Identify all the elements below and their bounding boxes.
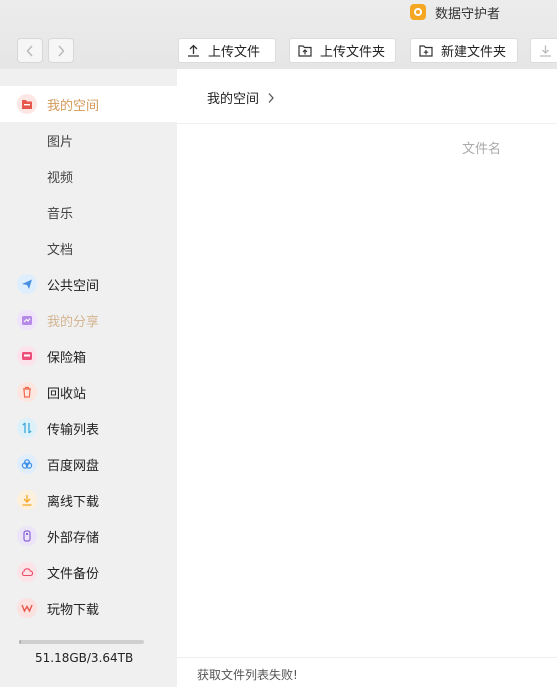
sidebar-item-label: 图片 [47, 134, 74, 150]
chevron-left-icon [26, 45, 33, 56]
new-folder-icon [419, 45, 433, 57]
main-panel: 我的空间 文件名 获取文件列表失败! [177, 69, 557, 687]
sidebar-item-label: 我的分享 [47, 314, 100, 330]
usb-icon [17, 526, 37, 546]
sidebar-item-offline-download[interactable]: 离线下载 [0, 482, 177, 518]
sidebar-item-label: 玩物下载 [47, 602, 100, 618]
sidebar-item-transfer-list[interactable]: 传输列表 [0, 410, 177, 446]
sidebar-item-public-space[interactable]: 公共空间 [0, 266, 177, 302]
sidebar-item-label: 文档 [47, 242, 74, 258]
sidebar-item-external-storage[interactable]: 外部存储 [0, 518, 177, 554]
sidebar-item-label: 回收站 [47, 386, 87, 402]
new-folder-button[interactable]: 新建文件夹 [410, 38, 518, 63]
sidebar-item-label: 我的空间 [47, 98, 100, 114]
sidebar-item-label: 公共空间 [47, 278, 100, 294]
upload-folder-label: 上传文件夹 [320, 45, 386, 60]
sidebar-item-label: 保险箱 [47, 350, 87, 366]
upload-folder-button[interactable]: 上传文件夹 [289, 38, 396, 63]
upload-file-label: 上传文件 [208, 45, 261, 60]
download-button[interactable] [530, 38, 557, 63]
download-toolbar-icon [540, 45, 551, 57]
storage-usage-bar [19, 640, 144, 644]
sidebar-item-videos[interactable]: 视频 [0, 158, 177, 194]
sidebar-item-label: 百度网盘 [47, 458, 100, 474]
column-header-filename[interactable]: 文件名 [462, 138, 501, 157]
sidebar-item-baidu-netdisk[interactable]: 百度网盘 [0, 446, 177, 482]
back-button[interactable] [17, 38, 43, 63]
app-logo-icon [410, 4, 426, 20]
sidebar-item-music[interactable]: 音乐 [0, 194, 177, 230]
cloud-icon [17, 454, 37, 474]
upload-file-button[interactable]: 上传文件 [178, 38, 276, 63]
divider [177, 123, 557, 124]
sidebar-item-my-share[interactable]: 我的分享 [0, 302, 177, 338]
transfer-icon [17, 418, 37, 438]
sidebar-item-label: 音乐 [47, 206, 74, 222]
my-space-icon [17, 94, 37, 114]
breadcrumb-item[interactable]: 我的空间 [207, 88, 259, 107]
forward-button[interactable] [48, 38, 74, 63]
download-icon [17, 490, 37, 510]
sidebar-item-label: 视频 [47, 170, 74, 186]
app-title-text: 数据守护者 [435, 6, 501, 22]
chevron-right-icon [58, 45, 65, 56]
sidebar-item-label: 离线下载 [47, 494, 100, 510]
sidebar-item-wanwu-download[interactable]: 玩物下载 [0, 590, 177, 626]
new-folder-label: 新建文件夹 [441, 45, 507, 60]
status-message: 获取文件列表失败! [197, 668, 298, 682]
send-icon [17, 274, 37, 294]
safe-icon [17, 346, 37, 366]
sidebar-item-label: 文件备份 [47, 566, 100, 582]
breadcrumb: 我的空间 [207, 88, 275, 107]
storage-usage-fill [19, 640, 21, 644]
sidebar-item-label: 传输列表 [47, 422, 100, 438]
backup-icon [17, 562, 37, 582]
sidebar-item-recycle-bin[interactable]: 回收站 [0, 374, 177, 410]
wanwu-icon [17, 598, 37, 618]
upload-icon [188, 44, 199, 57]
sidebar-item-documents[interactable]: 文档 [0, 230, 177, 266]
sidebar-item-my-space[interactable]: 我的空间 [0, 86, 177, 122]
divider [177, 657, 557, 658]
upload-folder-icon [298, 45, 312, 57]
sidebar: 我的空间 图片 视频 音乐 文档 公共空间 我的分享 保险箱 回收站 传输列表 … [0, 69, 177, 687]
sidebar-item-pictures[interactable]: 图片 [0, 122, 177, 158]
chevron-right-icon [268, 92, 274, 103]
storage-usage-text: 51.18GB/3.64TB [35, 651, 134, 665]
top-bar: 数据守护者 上传文件 上传文件夹 新建文件夹 [0, 0, 557, 69]
share-icon [17, 310, 37, 330]
sidebar-item-safe[interactable]: 保险箱 [0, 338, 177, 374]
trash-icon [17, 382, 37, 402]
sidebar-item-label: 外部存储 [47, 530, 100, 546]
sidebar-item-file-backup[interactable]: 文件备份 [0, 554, 177, 590]
app-title: 数据守护者 [410, 2, 500, 22]
